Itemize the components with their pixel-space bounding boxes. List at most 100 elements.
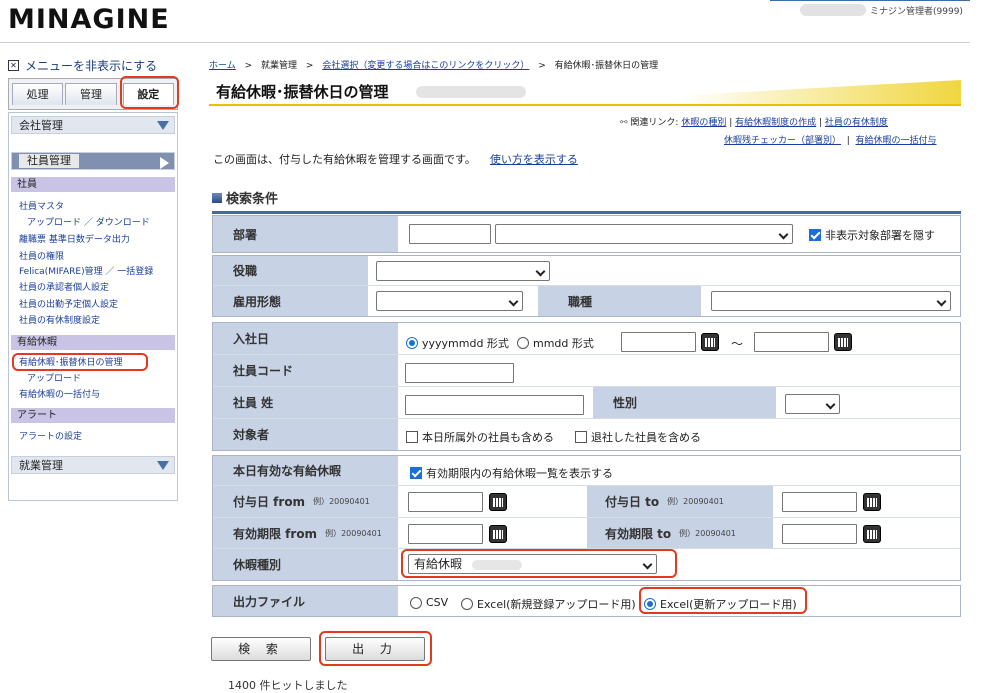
t2-label: 退社した社員を含める: [591, 431, 701, 444]
chevron-down-icon: [157, 121, 169, 130]
target-row: 対象者 本日所属外の社員も含める 退社した社員を含める: [213, 419, 960, 450]
employment-label: 雇用形態: [213, 286, 368, 316]
grant-from-input[interactable]: [408, 492, 483, 512]
exp-from-input[interactable]: [408, 524, 483, 544]
link-system[interactable]: 社員の有休制度設定: [19, 313, 100, 326]
output-excel-new-radio[interactable]: Excel(新規登録アップロード用): [461, 596, 636, 612]
dept-select[interactable]: [495, 224, 793, 244]
t1-label: 本日所属外の社員も含める: [422, 431, 554, 444]
fmt-mmdd-radio[interactable]: mmdd 形式: [517, 335, 594, 351]
output-csv-radio[interactable]: CSV: [410, 596, 448, 609]
hire-from-input[interactable]: [621, 332, 696, 352]
page-title: 有給休暇･振替休日の管理: [216, 83, 389, 101]
related-create-system[interactable]: 有給休暇制度の作成: [735, 118, 816, 128]
section-company-label: 会社管理: [19, 119, 63, 132]
highlight-paid-leave-link: [12, 353, 148, 371]
user-name: ミナジン管理者(9999): [870, 7, 963, 17]
related-leave-type[interactable]: 休暇の種別: [681, 118, 726, 128]
related-checker[interactable]: 休暇残チェッカー（部署別）: [724, 136, 841, 146]
gender-select[interactable]: [785, 394, 840, 414]
link-upload[interactable]: アップロード: [27, 371, 81, 384]
calendar-icon[interactable]: [489, 525, 507, 543]
link-alert-settings[interactable]: アラートの設定: [19, 429, 82, 442]
output-label: 出力ファイル: [213, 586, 398, 616]
hide-menu-link[interactable]: ✕ メニューを非表示にする: [8, 56, 178, 74]
link-schedule[interactable]: 社員の出勤予定個人設定: [19, 297, 118, 310]
code-input[interactable]: [405, 363, 514, 383]
calendar-icon[interactable]: [863, 493, 881, 511]
dept-row: 部署 非表示対象部署を隠す: [213, 216, 960, 252]
group-employee: 社員: [11, 177, 175, 192]
group-alert: アラート: [11, 408, 175, 423]
code-row: 社員コード: [213, 355, 960, 387]
checkbox-icon: [406, 431, 418, 443]
grant-from-text: 付与日 from: [233, 495, 306, 509]
link-approver[interactable]: 社員の承認者個人設定: [19, 280, 109, 293]
checkbox-icon: [575, 431, 587, 443]
fmt2-label: mmdd 形式: [533, 337, 594, 350]
hire-to-input[interactable]: [754, 332, 829, 352]
calendar-icon[interactable]: [489, 493, 507, 511]
chevron-down-icon: [825, 399, 836, 410]
link-felica[interactable]: Felica(MIFARE)管理 ／ 一括登録: [19, 264, 153, 277]
radio-icon: [517, 337, 529, 349]
tab-process[interactable]: 処理: [12, 83, 64, 105]
employment-select[interactable]: [376, 291, 523, 311]
section-company[interactable]: 会社管理: [11, 116, 175, 134]
chevron-down-icon: [508, 296, 519, 307]
fmt-yyyymmdd-radio[interactable]: yyyymmdd 形式: [406, 335, 509, 351]
radio-icon: [461, 598, 473, 610]
exp-to-input[interactable]: [782, 524, 857, 544]
hide-dept-checkbox[interactable]: 非表示対象部署を隠す: [809, 227, 935, 243]
include-retired-checkbox[interactable]: 退社した社員を含める: [575, 429, 701, 445]
code-label: 社員コード: [213, 355, 398, 386]
calendar-icon[interactable]: [834, 333, 852, 351]
link-leave-data[interactable]: 離職票 基準日数データ出力: [19, 232, 130, 245]
breadcrumb-home[interactable]: ホーム: [209, 61, 236, 71]
related-label: 関連リンク:: [630, 118, 679, 128]
example-text: 例）20090401: [313, 497, 370, 506]
chevron-down-icon: [936, 296, 947, 307]
leave-type-label: 休暇種別: [213, 549, 398, 580]
employee-box: 入社日 yyyymmdd 形式 mmdd 形式 ～ 社員コード 社員 姓 性別 …: [212, 322, 961, 451]
title-decoration: [560, 80, 961, 104]
include-outside-checkbox[interactable]: 本日所属外の社員も含める: [406, 429, 554, 445]
section-work[interactable]: 就業管理: [11, 456, 175, 474]
grant-from-label: 付与日 from 例）20090401: [213, 486, 398, 517]
dept-code-input[interactable]: [409, 224, 491, 244]
breadcrumb-sep: >: [538, 61, 546, 71]
link-employee-master[interactable]: 社員マスタ: [19, 199, 64, 212]
calendar-icon[interactable]: [701, 333, 719, 351]
o1-label: CSV: [426, 596, 449, 609]
tab-manage[interactable]: 管理: [65, 83, 117, 105]
grant-to-input[interactable]: [782, 492, 857, 512]
link-upload-download[interactable]: アップロード ／ ダウンロード: [27, 215, 150, 228]
top-accent-line: [770, 0, 970, 1]
checkbox-icon: [809, 229, 821, 241]
position-row: 役職: [213, 256, 960, 286]
sidebar: ✕ メニューを非表示にする 処理 管理 設定 会社管理 社員管理 社員 社員マス…: [8, 56, 179, 506]
calendar-icon[interactable]: [863, 525, 881, 543]
close-icon: ✕: [8, 59, 19, 71]
related-bulk-grant[interactable]: 有給休暇の一括付与: [856, 136, 937, 146]
link-authority[interactable]: 社員の権限: [19, 249, 64, 262]
section-employee[interactable]: 社員管理: [11, 152, 175, 170]
job-select[interactable]: [711, 291, 951, 311]
breadcrumb-sep: >: [305, 61, 314, 71]
search-button[interactable]: 検 索: [211, 637, 311, 661]
related-emp-system[interactable]: 社員の有休制度: [825, 118, 888, 128]
valid-checkbox[interactable]: 有効期限内の有給休暇一覧を表示する: [410, 465, 613, 481]
desc-text: この画面は、付与した有給休暇を管理する画面です。: [213, 153, 476, 166]
howto-link[interactable]: 使い方を表示する: [490, 153, 578, 166]
name-input[interactable]: [405, 395, 584, 415]
exp-from-text: 有効期限 from: [233, 526, 318, 541]
link-bulk-grant[interactable]: 有給休暇の一括付与: [19, 387, 100, 400]
header-divider: [0, 42, 970, 43]
valid-chk-label: 有効期限内の有給休暇一覧を表示する: [426, 467, 613, 480]
name-label: 社員 姓: [213, 387, 398, 418]
expiry-row: 有効期限 from 例）20090401 有効期限 to 例）20090401: [213, 518, 960, 549]
example-text: 例）20090401: [667, 497, 724, 506]
position-select[interactable]: [376, 261, 550, 281]
exp-to-text: 有効期限 to: [605, 526, 672, 541]
breadcrumb-company[interactable]: 会社選択（変更する場合はこのリンクをクリック）: [322, 61, 529, 71]
